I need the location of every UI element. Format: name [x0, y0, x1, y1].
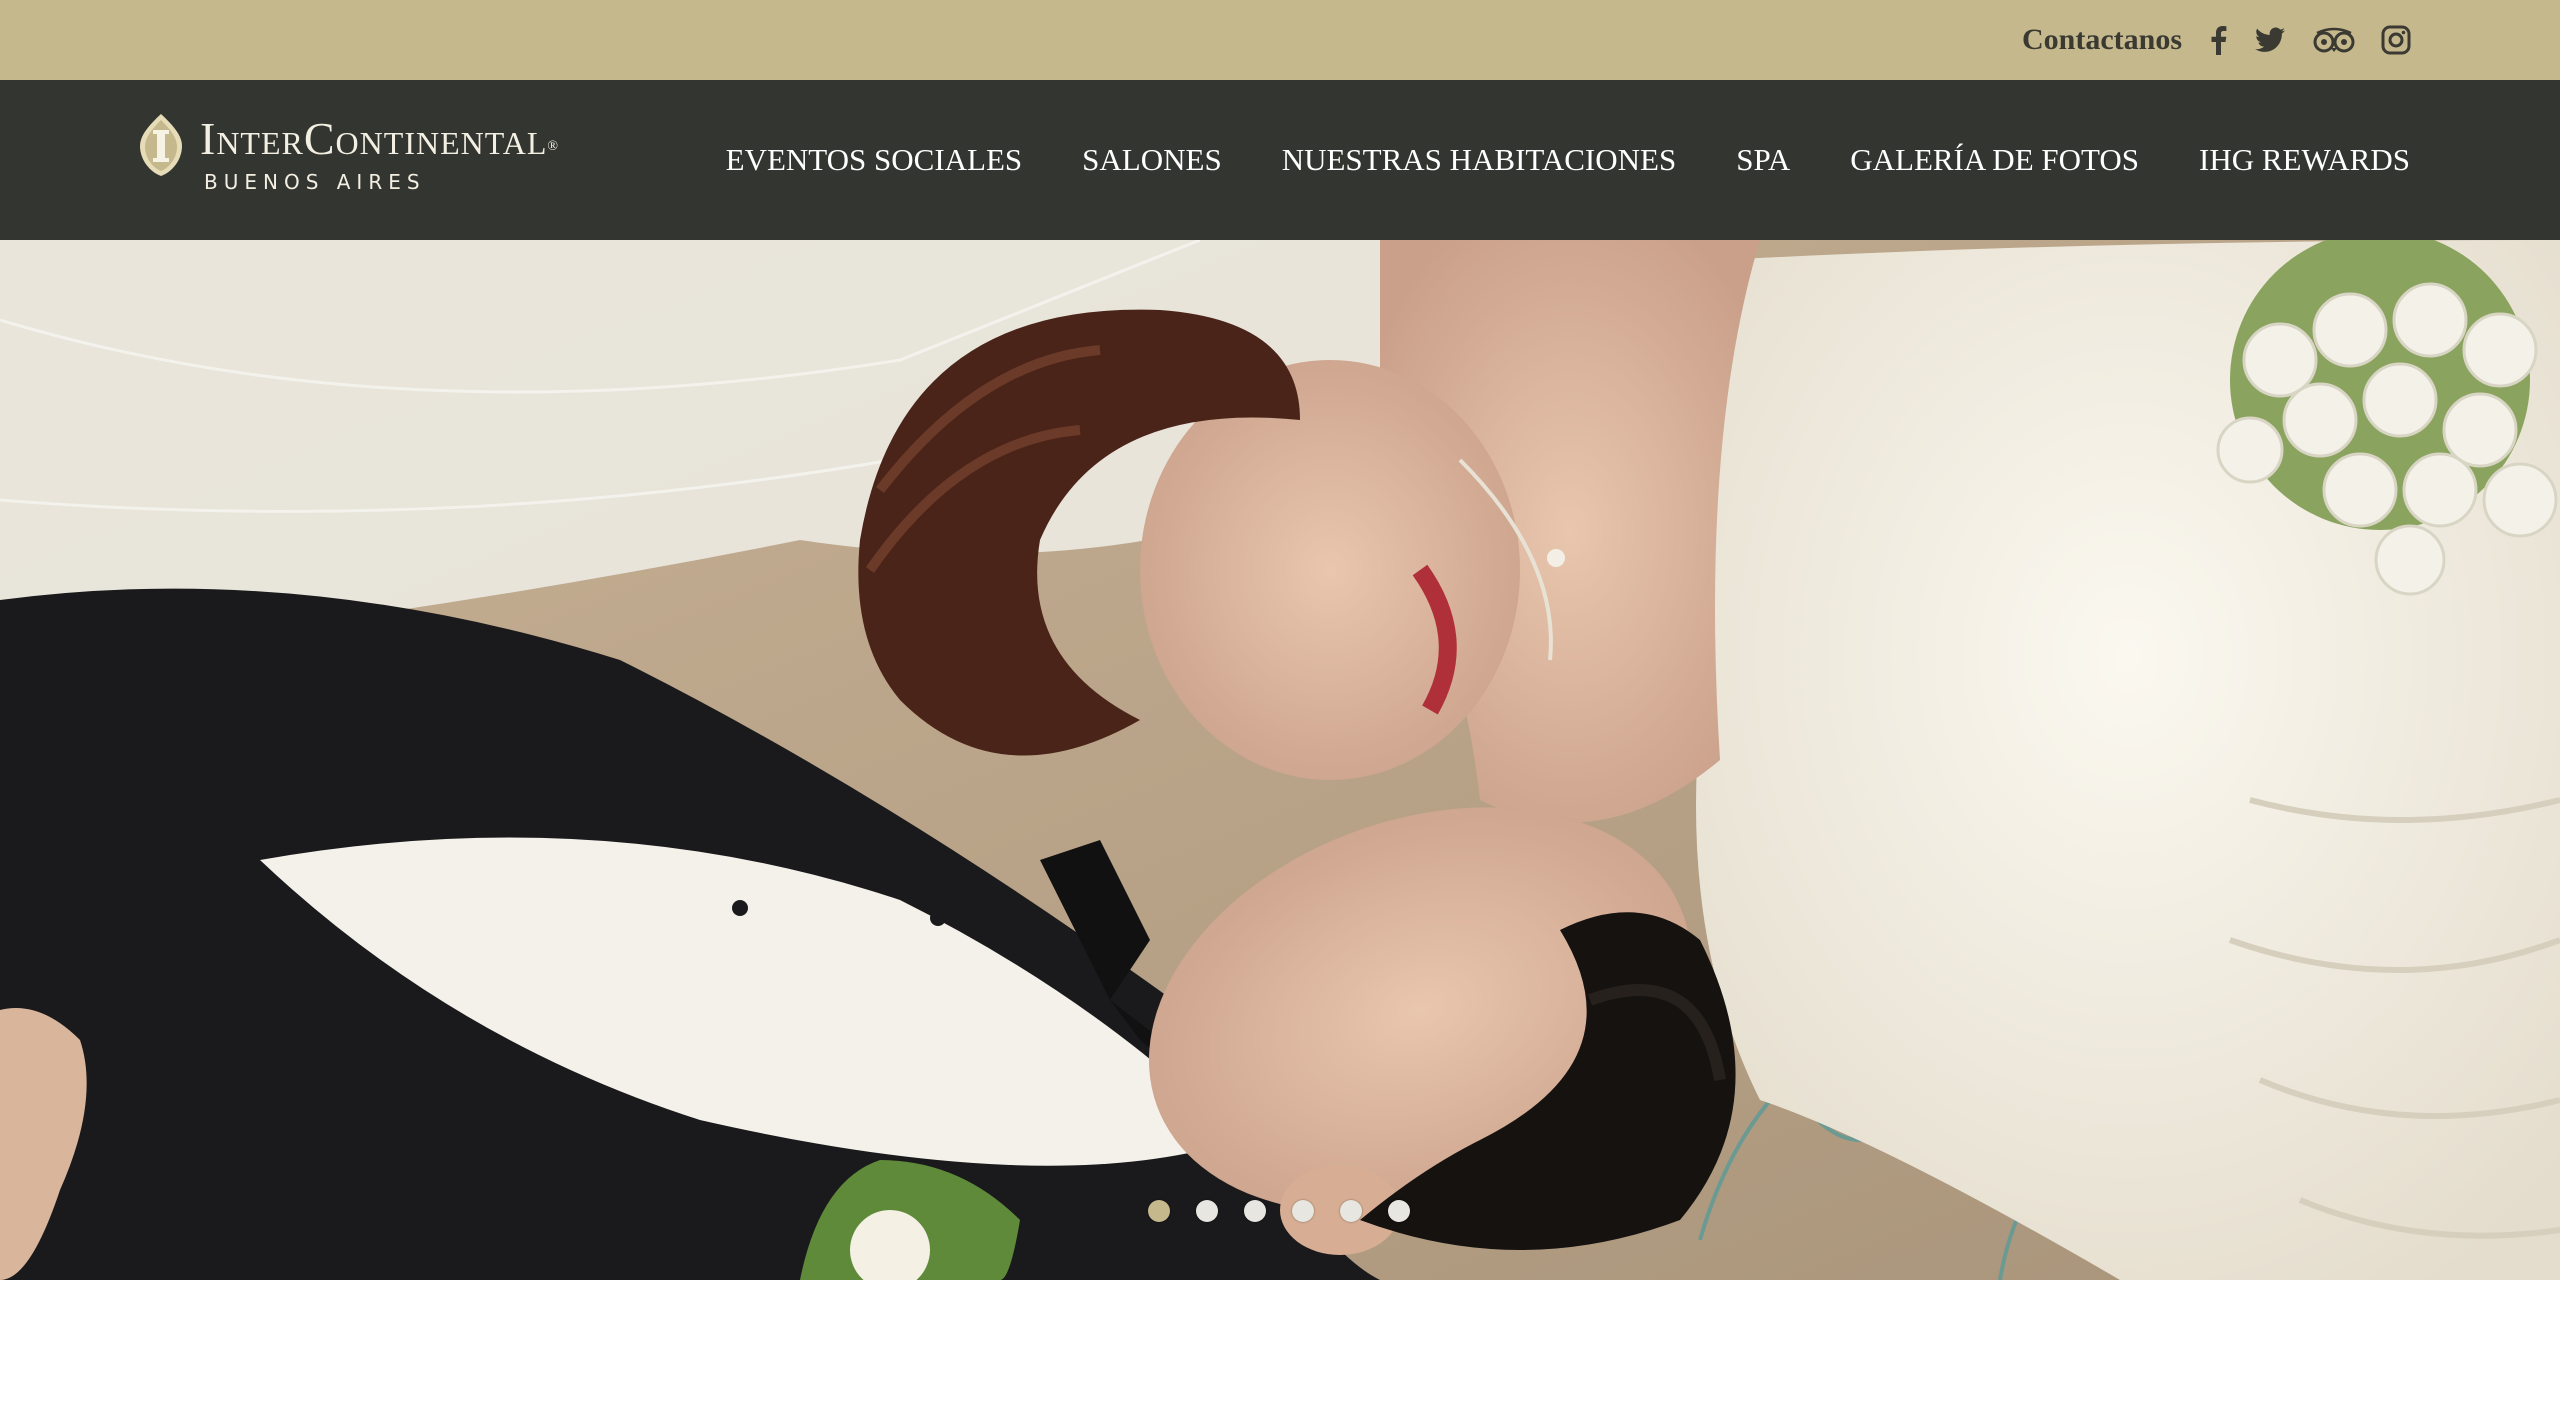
facebook-icon[interactable]	[2196, 18, 2240, 62]
nav-item-ihg-rewards[interactable]: IHG REWARDS	[2199, 142, 2410, 178]
intercontinental-logo[interactable]: InterContinental® BUENOS AIRES	[138, 110, 618, 210]
hero-slider[interactable]	[0, 240, 2560, 1280]
instagram-icon[interactable]	[2374, 18, 2418, 62]
slider-dot-5[interactable]	[1340, 1200, 1362, 1222]
twitter-icon[interactable]	[2248, 18, 2292, 62]
logo-city-text: BUENOS AIRES	[204, 170, 426, 194]
nav-item-galeria-de-fotos[interactable]: GALERÍA DE FOTOS	[1850, 142, 2139, 178]
registered-mark-icon: ®	[547, 139, 560, 154]
slider-dot-4[interactable]	[1292, 1200, 1314, 1222]
nav-item-nuestras-habitaciones[interactable]: NUESTRAS HABITACIONES	[1282, 142, 1677, 178]
brand-name: InterContinental	[200, 113, 548, 164]
nav-item-spa[interactable]: SPA	[1736, 142, 1790, 178]
main-navbar: InterContinental® BUENOS AIRES EVENTOS S…	[0, 80, 2560, 240]
nav-item-eventos-sociales[interactable]: EVENTOS SOCIALES	[726, 142, 1023, 178]
slider-dot-1[interactable]	[1148, 1200, 1170, 1222]
top-utility-bar: Contactanos	[0, 0, 2560, 80]
nav-item-salones[interactable]: SALONES	[1082, 142, 1222, 178]
slider-pagination	[1148, 1200, 1410, 1222]
slider-dot-6[interactable]	[1388, 1200, 1410, 1222]
main-menu: EVENTOS SOCIALES SALONES NUESTRAS HABITA…	[726, 80, 2410, 240]
slider-dot-2[interactable]	[1196, 1200, 1218, 1222]
contact-link[interactable]: Contactanos	[2022, 0, 2182, 80]
logo-brand-text: InterContinental®	[200, 112, 559, 165]
slider-dot-3[interactable]	[1244, 1200, 1266, 1222]
wedding-couple-photo	[0, 240, 2560, 1280]
tripadvisor-icon[interactable]	[2312, 18, 2356, 62]
logo-emblem-icon	[140, 114, 182, 176]
